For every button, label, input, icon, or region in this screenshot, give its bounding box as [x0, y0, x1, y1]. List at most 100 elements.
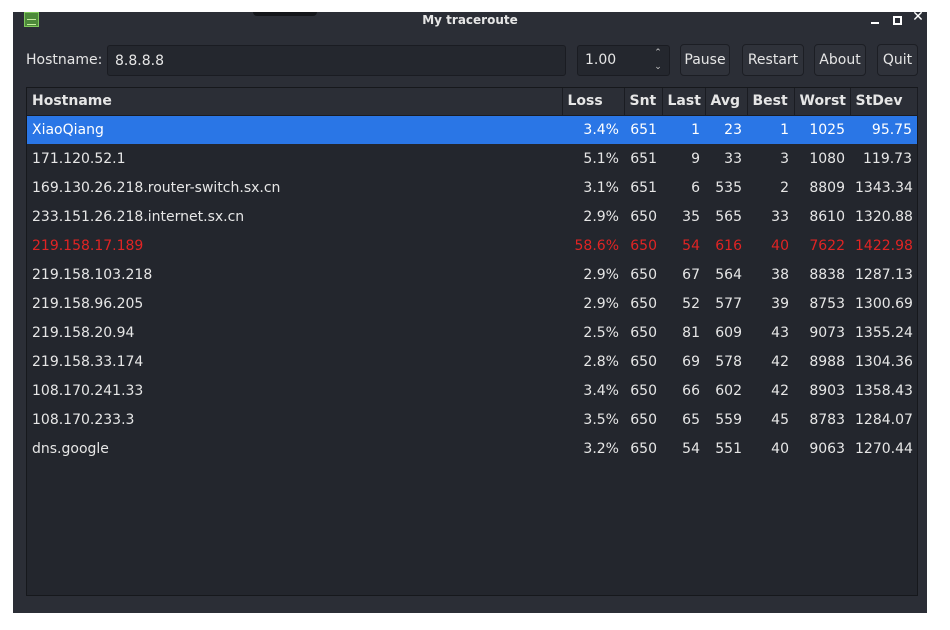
- cell-last: 67: [682, 266, 700, 283]
- column-header-snt[interactable]: Snt: [624, 88, 663, 116]
- minimize-icon[interactable]: [870, 15, 880, 25]
- cell-worst: 8988: [809, 353, 845, 370]
- table-row[interactable]: 219.158.96.205 2.9% 650 52 577 39 8753 1300.69: [27, 289, 917, 318]
- cell-stdev: 1355.24: [855, 324, 913, 341]
- cell-loss: 2.9%: [583, 208, 619, 225]
- chevron-up-icon[interactable]: ⌃: [653, 49, 663, 58]
- cell-stdev: 1300.69: [855, 295, 913, 312]
- cell-avg: 23: [705, 115, 747, 144]
- cell-last: 52: [682, 295, 700, 312]
- column-header-hostname[interactable]: Hostname: [27, 88, 563, 116]
- column-header-loss[interactable]: Loss: [562, 88, 625, 116]
- cell-best: 43: [771, 324, 789, 341]
- hostname-label: Hostname:: [26, 52, 103, 68]
- cell-worst: 8838: [809, 266, 845, 283]
- cell-stdev: 95.75: [850, 115, 917, 144]
- cell-worst: 8610: [809, 208, 845, 225]
- table-row[interactable]: 219.158.20.94 2.5% 650 81 609 43 9073 1355.24: [27, 318, 917, 347]
- quit-button[interactable]: Quit: [877, 44, 918, 76]
- column-header-worst[interactable]: Worst: [794, 88, 851, 116]
- hops-table: Hostname Loss Snt Last Avg Best Worst St…: [27, 88, 918, 463]
- cell-stdev: 1304.36: [855, 353, 913, 370]
- cell-avg: 578: [715, 353, 742, 370]
- cell-avg: 559: [715, 411, 742, 428]
- cell-hostname: 219.158.33.174: [32, 353, 144, 370]
- cell-loss: 3.4%: [562, 115, 624, 144]
- cell-hostname: 108.170.233.3: [32, 411, 135, 428]
- cell-worst: 8783: [809, 411, 845, 428]
- cell-best: 40: [771, 237, 789, 254]
- cell-snt: 650: [630, 411, 657, 428]
- cell-last: 6: [691, 179, 700, 196]
- cell-loss: 3.2%: [583, 440, 619, 457]
- cell-loss: 3.4%: [583, 382, 619, 399]
- column-header-stdev[interactable]: StDev: [850, 88, 918, 116]
- cell-last: 69: [682, 353, 700, 370]
- cell-last: 65: [682, 411, 700, 428]
- maximize-icon[interactable]: [892, 15, 902, 25]
- column-header-best[interactable]: Best: [747, 88, 795, 116]
- cell-loss: 3.1%: [583, 179, 619, 196]
- cell-stdev: 1270.44: [855, 440, 913, 457]
- table-row[interactable]: dns.google 3.2% 650 54 551 40 9063 1270.44: [27, 434, 917, 463]
- cell-avg: 564: [715, 266, 742, 283]
- column-header-last[interactable]: Last: [662, 88, 706, 116]
- interval-spinbox[interactable]: 1.00 ⌃ ⌄: [577, 45, 670, 76]
- cell-best: 3: [780, 150, 789, 167]
- cell-stdev: 1284.07: [855, 411, 913, 428]
- cell-stdev: 1358.43: [855, 382, 913, 399]
- cell-best: 42: [771, 382, 789, 399]
- title-bar: My traceroute ✕: [13, 12, 927, 30]
- cell-loss: 2.9%: [583, 266, 619, 283]
- cell-hostname: 233.151.26.218.internet.sx.cn: [32, 208, 245, 225]
- cell-avg: 577: [715, 295, 742, 312]
- cell-last: 66: [682, 382, 700, 399]
- table-row[interactable]: 219.158.33.174 2.8% 650 69 578 42 8988 1304.36: [27, 347, 917, 376]
- table-row[interactable]: 219.158.17.189 58.6% 650 54 616 40 7622 1422.98: [27, 231, 917, 260]
- column-header-avg[interactable]: Avg: [705, 88, 748, 116]
- cell-worst: 1080: [809, 150, 845, 167]
- status-bar: [13, 603, 927, 613]
- cell-hostname: 219.158.17.189: [32, 237, 144, 254]
- pause-button[interactable]: Pause: [680, 44, 730, 76]
- cell-worst: 7622: [809, 237, 845, 254]
- chevron-down-icon[interactable]: ⌄: [653, 63, 663, 72]
- hostname-input[interactable]: [107, 45, 566, 76]
- cell-hostname: dns.google: [32, 440, 109, 457]
- app-window: My traceroute ✕ Hostname: 1.00 ⌃ ⌄ Pause…: [13, 12, 927, 613]
- table-row[interactable]: 108.170.233.3 3.5% 650 65 559 45 8783 1284.07: [27, 405, 917, 434]
- cell-best: 1: [747, 115, 794, 144]
- table-row[interactable]: 171.120.52.1 5.1% 651 9 33 3 1080 119.73: [27, 144, 917, 173]
- about-button[interactable]: About: [814, 44, 866, 76]
- table-row[interactable]: 108.170.241.33 3.4% 650 66 602 42 8903 1358.43: [27, 376, 917, 405]
- table-row[interactable]: 233.151.26.218.internet.sx.cn 2.9% 650 35 56…: [27, 202, 917, 231]
- cell-snt: 651: [624, 115, 662, 144]
- cell-best: 45: [771, 411, 789, 428]
- table-header-row: Hostname Loss Snt Last Avg Best Worst St…: [27, 88, 918, 116]
- cell-loss: 5.1%: [583, 150, 619, 167]
- cell-loss: 58.6%: [574, 237, 619, 254]
- table-row[interactable]: 169.130.26.218.router-switch.sx.cn 3.1% 65…: [27, 173, 917, 202]
- cell-last: 81: [682, 324, 700, 341]
- cell-snt: 650: [630, 208, 657, 225]
- cell-snt: 650: [630, 295, 657, 312]
- cell-hostname: XiaoQiang: [27, 115, 562, 144]
- cell-avg: 551: [715, 440, 742, 457]
- cell-last: 35: [682, 208, 700, 225]
- cell-best: 38: [771, 266, 789, 283]
- cell-best: 40: [771, 440, 789, 457]
- table-row[interactable]: XiaoQiang 3.4% 651 1 23 1 1025 95.75: [27, 115, 917, 144]
- cell-loss: 2.9%: [583, 295, 619, 312]
- cell-stdev: 1422.98: [855, 237, 913, 254]
- cell-hostname: 108.170.241.33: [32, 382, 144, 399]
- cell-avg: 609: [715, 324, 742, 341]
- cell-worst: 9073: [809, 324, 845, 341]
- cell-snt: 651: [630, 150, 657, 167]
- table-row[interactable]: 219.158.103.218 2.9% 650 67 564 38 8838 1287.13: [27, 260, 917, 289]
- cell-last: 54: [682, 440, 700, 457]
- close-icon[interactable]: ✕: [912, 12, 924, 25]
- cell-best: 33: [771, 208, 789, 225]
- cell-snt: 650: [630, 382, 657, 399]
- restart-button[interactable]: Restart: [742, 44, 804, 76]
- interval-value: 1.00: [585, 52, 617, 68]
